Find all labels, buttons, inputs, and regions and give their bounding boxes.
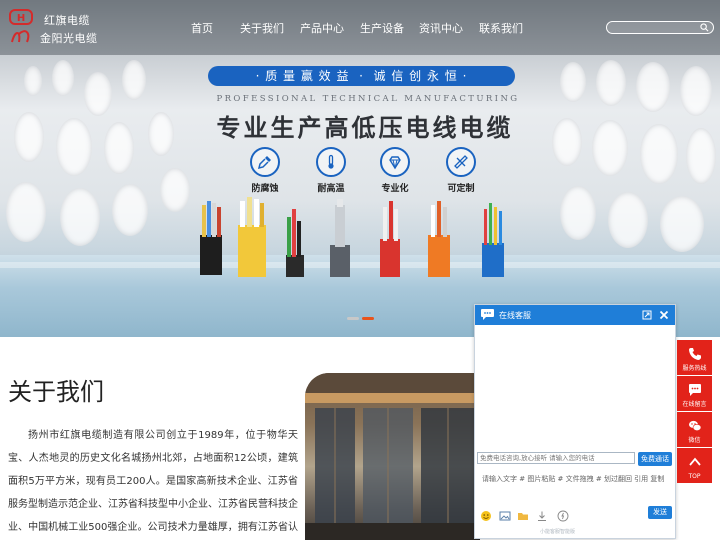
- nav-contact[interactable]: 联系我们: [479, 20, 523, 36]
- back-to-top-button[interactable]: TOP: [677, 448, 712, 483]
- wall-hole: [686, 128, 716, 184]
- wall-hole: [640, 124, 678, 184]
- chat-header: 在线客服: [475, 305, 675, 325]
- wall-hole: [6, 182, 46, 242]
- wall-hole: [14, 112, 44, 162]
- float-label: TOP: [688, 473, 701, 480]
- hero-subtitle: PROFESSIONAL TECHNICAL MANUFACTURING: [216, 94, 520, 104]
- wall-hole: [608, 192, 648, 248]
- dropper-icon: [257, 156, 271, 170]
- wall-hole: [24, 66, 42, 96]
- wall-hole: [592, 120, 628, 176]
- cable-black: [200, 201, 222, 275]
- nav-home[interactable]: 首页: [191, 20, 213, 36]
- wall-hole: [660, 196, 704, 252]
- float-hotline-button[interactable]: 服务热线: [677, 340, 712, 375]
- wall-hole: [104, 122, 134, 174]
- phone-input[interactable]: 免费电话咨询,放心接听 请输入您的电话: [477, 452, 635, 464]
- brand-logo-icon[interactable]: H: [7, 8, 35, 46]
- feature-label: 可定制: [447, 184, 475, 194]
- feature-customizable: 可定制: [431, 147, 491, 194]
- slider-dot-active[interactable]: [362, 317, 374, 320]
- search-icon[interactable]: [700, 23, 709, 32]
- hero-title: 专业生产高低压电线电缆: [216, 114, 514, 142]
- hero-banner: H 红旗电缆 金阳光电缆 首页 关于我们 产品中心 生产设备 资讯中心 联系我们…: [0, 0, 720, 337]
- ruler-pencil-icon: [454, 155, 468, 169]
- wall-hole: [552, 118, 582, 166]
- slider-dots: [347, 317, 377, 321]
- voice-icon[interactable]: [557, 510, 569, 522]
- cable-blue: [482, 203, 504, 277]
- feature-anticorrosion: 防腐蚀: [235, 147, 295, 194]
- slider-dot[interactable]: [347, 317, 359, 320]
- wall-hole: [56, 118, 92, 176]
- wall-hole: [148, 112, 174, 156]
- wall-hole: [636, 62, 670, 112]
- wall-hole: [160, 168, 190, 212]
- about-text: 扬州市红旗电缆制造有限公司创立于1989年，位于物华天宝、人杰地灵的历史文化名城…: [8, 430, 298, 533]
- brand-name: 红旗电缆: [44, 14, 90, 27]
- float-wechat-button[interactable]: 微信: [677, 412, 712, 447]
- search-input[interactable]: [606, 21, 714, 34]
- live-chat-widget: 在线客服: [474, 304, 676, 539]
- wall-hole: [52, 60, 74, 96]
- nav-equipment[interactable]: 生产设备: [360, 20, 404, 36]
- building-illustration: [305, 373, 480, 540]
- cable-orange: [428, 201, 450, 277]
- message-icon: [689, 384, 701, 396]
- cable-red: [380, 201, 400, 277]
- float-label: 服务热线: [682, 365, 707, 372]
- wall-hole: [680, 66, 712, 116]
- feature-label: 防腐蚀: [251, 184, 279, 194]
- chat-vendor-brand: 小能客服智能版: [540, 529, 576, 535]
- nav-products[interactable]: 产品中心: [300, 20, 344, 36]
- float-label: 在线留言: [682, 401, 707, 408]
- wall-hole: [122, 60, 146, 100]
- wall-hole: [560, 62, 586, 102]
- feature-heat-resistant: 耐高温: [301, 147, 361, 194]
- cable-green: [286, 209, 304, 277]
- close-icon[interactable]: [659, 310, 669, 320]
- chat-title: 在线客服: [499, 311, 531, 320]
- feature-label: 耐高温: [317, 184, 345, 194]
- wall-hole: [60, 188, 100, 246]
- float-message-button[interactable]: 在线留言: [677, 376, 712, 411]
- free-call-button[interactable]: 免费通话: [638, 452, 672, 466]
- nav-news[interactable]: 资讯中心: [419, 20, 463, 36]
- chat-message-input[interactable]: 请输入文字 # 图片粘贴 # 文件拖拽 # 划过翻回 引用 复制: [482, 474, 672, 484]
- top-navbar: H 红旗电缆 金阳光电缆 首页 关于我们 产品中心 生产设备 资讯中心 联系我们: [0, 0, 720, 55]
- float-label: 微信: [688, 437, 701, 444]
- wall-hole: [596, 60, 626, 106]
- maximize-icon[interactable]: [642, 310, 652, 320]
- nav-about[interactable]: 关于我们: [240, 20, 284, 36]
- wechat-icon: [689, 420, 702, 432]
- send-button[interactable]: 发送: [648, 506, 672, 519]
- feature-label: 专业化: [381, 184, 409, 194]
- about-heading: 关于我们: [8, 378, 104, 406]
- emoji-icon[interactable]: [480, 510, 492, 522]
- thermometer-icon: [328, 154, 334, 169]
- wall-hole: [84, 72, 112, 116]
- phone-icon: [689, 348, 701, 360]
- chat-bubble-icon: [481, 309, 494, 320]
- folder-icon[interactable]: [517, 510, 529, 522]
- chevron-up-icon: [689, 457, 701, 466]
- cable-samples-illustration: [200, 197, 504, 277]
- cable-yellow: [238, 197, 266, 277]
- company-building-photo: [305, 373, 480, 540]
- brand-name-secondary: 金阳光电缆: [40, 32, 98, 45]
- wall-hole: [112, 184, 148, 236]
- svg-text:H: H: [17, 13, 25, 24]
- download-icon[interactable]: [536, 510, 548, 522]
- cable-silver: [330, 199, 350, 277]
- slogan-banner: · 质 量 赢 效 益 · 诚 信 创 永 恒 ·: [208, 66, 515, 86]
- feature-professional: 专业化: [365, 147, 425, 194]
- wall-hole: [560, 186, 596, 240]
- image-icon[interactable]: [499, 510, 511, 522]
- diamond-icon: [389, 156, 401, 170]
